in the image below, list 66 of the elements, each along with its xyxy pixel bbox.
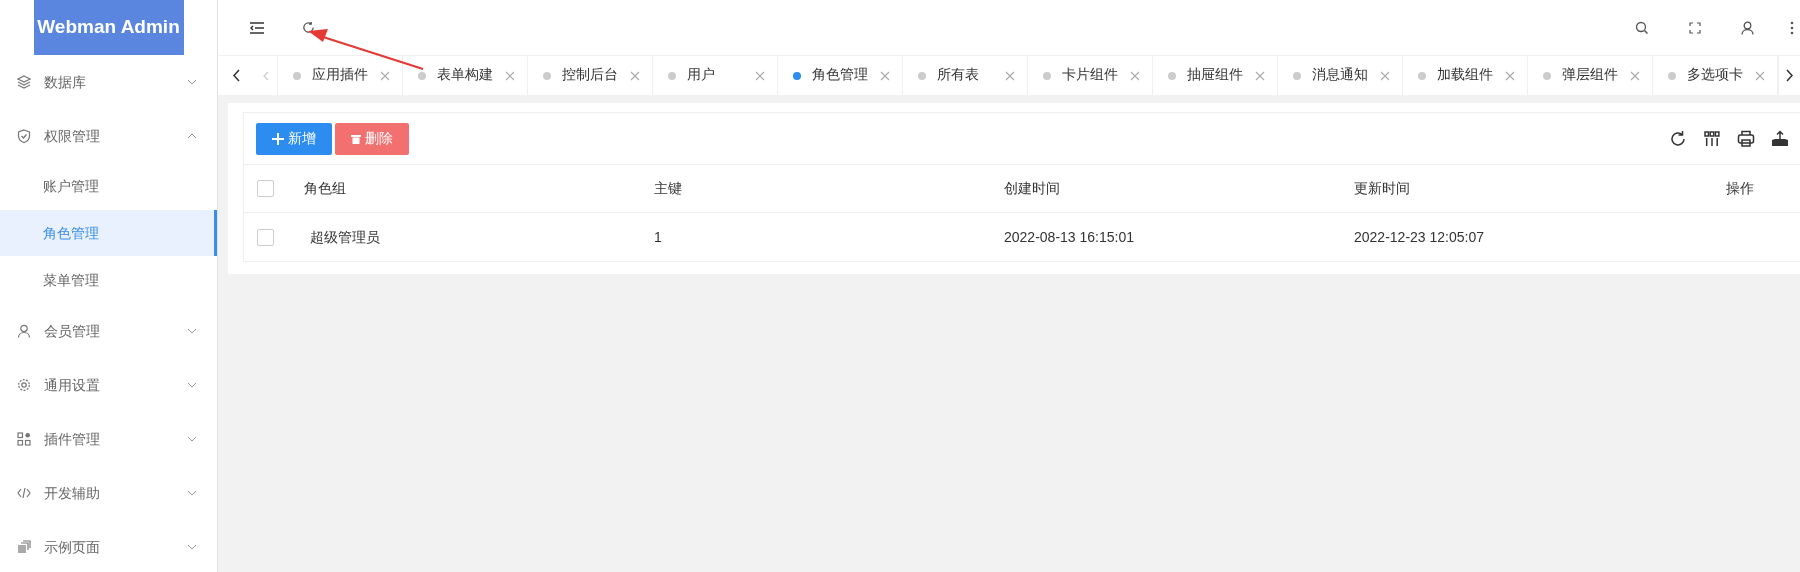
trash-icon — [351, 133, 361, 144]
tab[interactable]: 所有表 — [903, 56, 1028, 95]
column-header: 主键 — [654, 179, 683, 198]
export-icon[interactable] — [1770, 128, 1790, 149]
row-checkbox[interactable] — [257, 228, 274, 246]
close-icon[interactable] — [630, 70, 640, 81]
close-icon[interactable] — [1630, 70, 1640, 81]
column-header: 创建时间 — [1004, 179, 1061, 198]
sidebar-subitem[interactable]: 菜单管理 — [0, 257, 217, 303]
tab[interactable]: 加载组件 — [1403, 56, 1528, 95]
tab[interactable]: 抽屉组件 — [1153, 56, 1278, 95]
close-icon[interactable] — [1255, 70, 1265, 81]
plus-icon — [272, 132, 284, 145]
gear-icon — [17, 378, 31, 392]
close-icon[interactable] — [1130, 70, 1140, 81]
close-icon[interactable] — [880, 70, 890, 81]
chevron-right-icon — [1785, 69, 1794, 82]
table-cell: 1 — [654, 228, 662, 245]
chevron-left-icon — [232, 69, 241, 82]
user-icon[interactable] — [1741, 20, 1754, 35]
table-cell: 2022-08-13 16:15:01 — [1004, 228, 1134, 245]
tab[interactable]: 角色管理 — [778, 56, 903, 95]
close-icon[interactable] — [1755, 70, 1765, 81]
sidebar-item[interactable]: 通用设置 — [0, 358, 217, 412]
column-header: 操作 — [1725, 179, 1754, 198]
menu-fold-icon[interactable] — [250, 21, 264, 34]
close-icon[interactable] — [1005, 70, 1015, 81]
pages-icon — [17, 540, 31, 554]
column-header: 更新时间 — [1354, 179, 1411, 198]
sidebar-item[interactable]: 示例页面 — [0, 520, 217, 572]
more-icon[interactable] — [1790, 20, 1794, 35]
column-header: 角色组 — [304, 179, 347, 198]
close-icon[interactable] — [755, 70, 765, 81]
tab[interactable]: 用户 — [653, 56, 778, 95]
layers-icon — [17, 75, 31, 89]
tab[interactable]: 控制后台 — [528, 56, 653, 95]
sidebar-item[interactable]: 权限管理 — [0, 109, 217, 163]
refresh-icon[interactable] — [302, 21, 315, 34]
tab[interactable]: 表单构建 — [403, 56, 528, 95]
sidebar-subitem[interactable]: 账户管理 — [0, 163, 217, 209]
grid-icon — [17, 432, 31, 446]
print-icon[interactable] — [1736, 128, 1756, 149]
sidebar-item[interactable]: 插件管理 — [0, 412, 217, 466]
logo-title: Webman Admin — [33, 0, 184, 55]
close-icon[interactable] — [1380, 70, 1390, 81]
user-icon — [17, 324, 31, 338]
search-icon[interactable] — [1635, 20, 1649, 35]
columns-icon[interactable] — [1702, 128, 1722, 149]
sidebar-item[interactable]: 数据库 — [0, 55, 217, 109]
tab[interactable]: 弹层组件 — [1528, 56, 1653, 95]
table-cell-text: 超级管理员 — [309, 228, 380, 245]
select-all-checkbox[interactable] — [257, 180, 274, 197]
close-icon[interactable] — [380, 70, 390, 81]
chevron-left-icon — [263, 70, 269, 81]
tab[interactable]: 消息通知 — [1278, 56, 1403, 95]
close-icon[interactable] — [505, 70, 515, 81]
table-cell: 2022-12-23 12:05:07 — [1354, 228, 1484, 245]
fullscreen-icon[interactable] — [1689, 21, 1701, 34]
refresh-icon[interactable] — [1668, 128, 1688, 149]
tab[interactable]: 卡片组件 — [1028, 56, 1153, 95]
code-icon — [17, 486, 31, 500]
shield-icon — [17, 129, 31, 143]
sidebar-item[interactable]: 会员管理 — [0, 304, 217, 358]
tab[interactable]: 应用插件 — [278, 56, 403, 95]
sidebar-item[interactable]: 开发辅助 — [0, 466, 217, 520]
close-icon[interactable] — [1505, 70, 1515, 81]
